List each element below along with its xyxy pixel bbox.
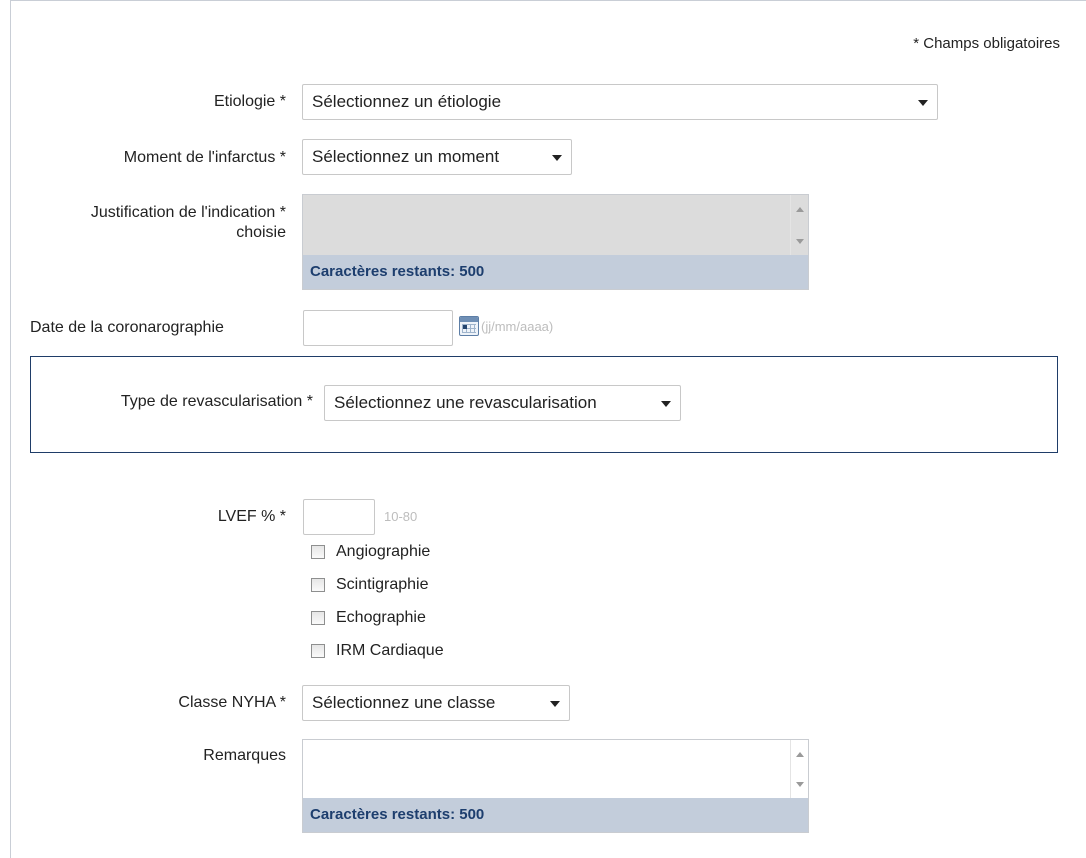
moment-select-value: Sélectionnez un moment bbox=[312, 147, 500, 166]
irm-cardiaque-label[interactable]: IRM Cardiaque bbox=[336, 641, 444, 661]
justification-field: Caractères restants: 500 bbox=[302, 194, 809, 290]
scroll-down-arrow-icon[interactable] bbox=[796, 239, 804, 244]
angiographie-checkbox[interactable] bbox=[311, 545, 325, 559]
etiologie-select-value: Sélectionnez un étiologie bbox=[312, 92, 502, 111]
justification-label-line2: choisie bbox=[236, 224, 286, 241]
angiographie-label[interactable]: Angiographie bbox=[336, 542, 430, 562]
scintigraphie-checkbox[interactable] bbox=[311, 578, 325, 592]
chevron-down-icon bbox=[552, 155, 562, 161]
scroll-down-arrow-icon[interactable] bbox=[796, 782, 804, 787]
date-format-hint: (jj/mm/aaaa) bbox=[481, 319, 554, 334]
etiologie-label: Etiologie * bbox=[213, 93, 286, 110]
lvef-label: LVEF % * bbox=[217, 508, 286, 525]
nyha-select-value: Sélectionnez une classe bbox=[312, 693, 496, 712]
justification-char-counter: Caractères restants: 500 bbox=[303, 255, 808, 289]
remarques-scrollbar[interactable] bbox=[790, 740, 808, 799]
lvef-input[interactable] bbox=[303, 499, 375, 535]
scroll-up-arrow-icon[interactable] bbox=[796, 752, 804, 757]
justification-textarea[interactable] bbox=[303, 195, 808, 256]
date-coronarographie-input[interactable] bbox=[303, 310, 453, 346]
scroll-up-arrow-icon[interactable] bbox=[796, 207, 804, 212]
required-fields-note: * Champs obligatoires bbox=[913, 35, 1060, 52]
scintigraphie-label[interactable]: Scintigraphie bbox=[336, 575, 429, 595]
revascularisation-select[interactable]: Sélectionnez une revascularisation bbox=[324, 385, 681, 421]
chevron-down-icon bbox=[918, 100, 928, 106]
lvef-range-hint: 10-80 bbox=[384, 509, 418, 524]
echographie-label[interactable]: Echographie bbox=[336, 608, 426, 628]
revascularisation-label: Type de revascularisation * bbox=[120, 393, 313, 410]
remarques-label: Remarques bbox=[203, 747, 286, 764]
justification-label-line1: Justification de l'indication * bbox=[90, 204, 286, 221]
remarques-field: Caractères restants: 500 bbox=[302, 739, 809, 833]
nyha-label: Classe NYHA * bbox=[178, 694, 286, 711]
justification-label: Justification de l'indication * choisie bbox=[91, 203, 286, 243]
echographie-checkbox[interactable] bbox=[311, 611, 325, 625]
revascularisation-select-value: Sélectionnez une revascularisation bbox=[334, 393, 597, 412]
chevron-down-icon bbox=[661, 401, 671, 407]
justification-scrollbar[interactable] bbox=[790, 195, 808, 256]
moment-label: Moment de l'infarctus * bbox=[123, 149, 286, 166]
etiologie-select[interactable]: Sélectionnez un étiologie bbox=[302, 84, 938, 120]
moment-select[interactable]: Sélectionnez un moment bbox=[302, 139, 572, 175]
irm-cardiaque-checkbox[interactable] bbox=[311, 644, 325, 658]
date-coronarographie-label: Date de la coronarographie bbox=[30, 319, 224, 336]
remarques-char-counter: Caractères restants: 500 bbox=[303, 798, 808, 832]
remarques-textarea[interactable] bbox=[303, 740, 808, 799]
chevron-down-icon bbox=[550, 701, 560, 707]
nyha-select[interactable]: Sélectionnez une classe bbox=[302, 685, 570, 721]
calendar-icon[interactable] bbox=[459, 316, 479, 336]
